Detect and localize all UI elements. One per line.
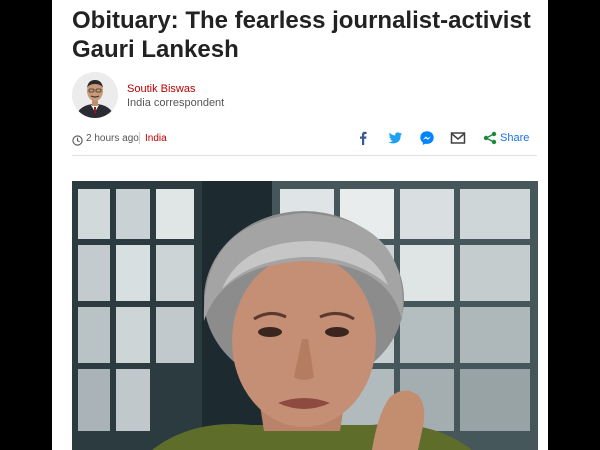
- clock-icon: [72, 133, 83, 146]
- article-photo: [72, 181, 538, 450]
- facebook-icon[interactable]: [355, 130, 371, 146]
- timestamp: 2 hours ago: [86, 133, 139, 144]
- author-avatar: [72, 72, 118, 118]
- meta-bar: 2 hours ago India Share: [72, 127, 537, 156]
- messenger-icon[interactable]: [419, 130, 435, 146]
- meta-divider: [139, 132, 140, 144]
- email-icon[interactable]: [450, 130, 466, 146]
- author-role: India correspondent: [127, 97, 225, 109]
- article-headline: Obituary: The fearless journalist-activi…: [72, 7, 531, 63]
- twitter-icon[interactable]: [387, 130, 403, 146]
- share-icon[interactable]: [483, 131, 497, 145]
- share-button[interactable]: Share: [500, 132, 529, 144]
- section-link[interactable]: India: [145, 133, 167, 144]
- author-name[interactable]: Soutik Biswas: [127, 83, 195, 95]
- article-page: Obituary: The fearless journalist-activi…: [52, 0, 548, 450]
